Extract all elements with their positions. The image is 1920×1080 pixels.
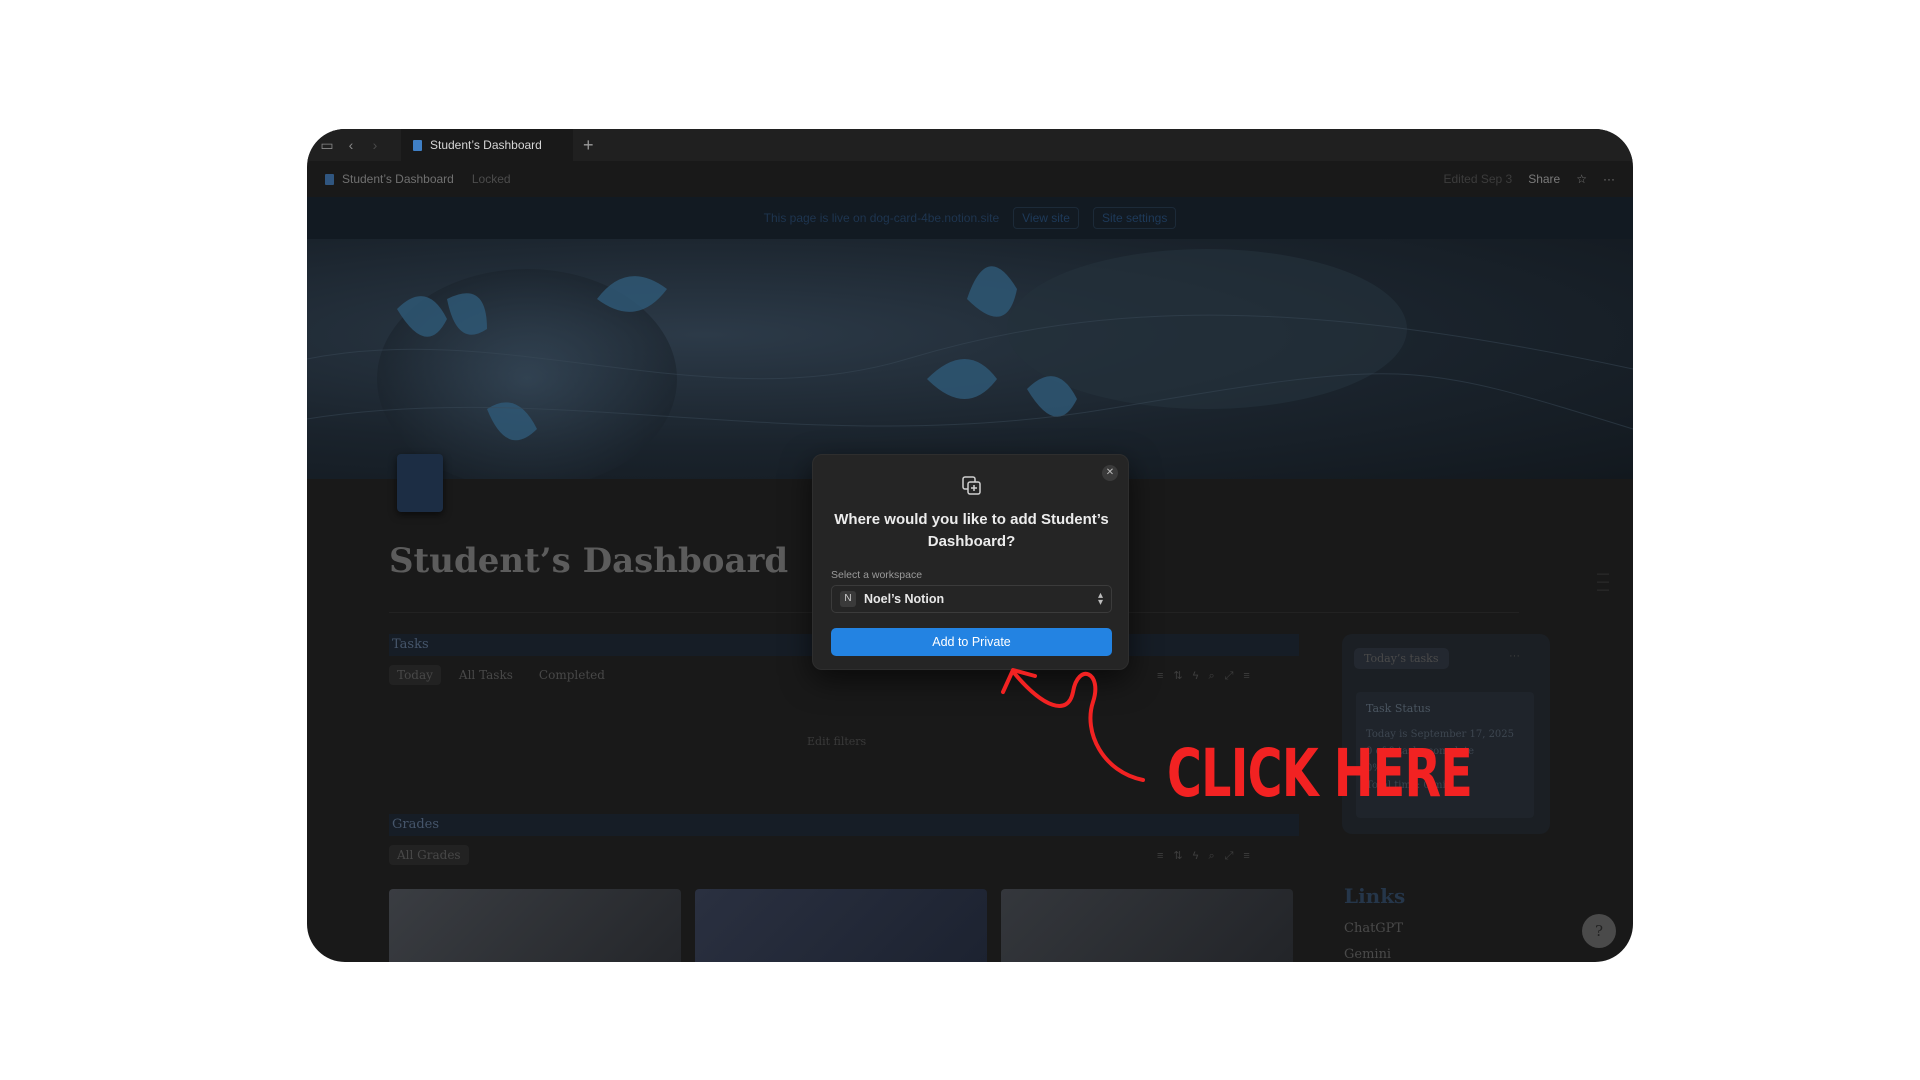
banner-text: This page is live on dog-card-4be.notion… [763,211,1000,225]
grades-gallery [389,889,1293,962]
page-topbar: Student’s Dashboard Locked Edited Sep 3 … [307,161,1633,197]
select-workspace-label: Select a workspace [831,569,923,581]
page-title: Student’s Dashboard [389,541,789,581]
task-status-title: Task Status [1366,702,1431,715]
gallery-card[interactable] [695,889,987,962]
cover-image [307,239,1633,479]
link-gemini[interactable]: Gemini [1344,947,1391,962]
workspace-name: Noel’s Notion [864,592,945,606]
site-settings-button[interactable]: Site settings [1092,207,1177,229]
butterfly-cover-art [307,249,1633,479]
grades-heading: Grades [389,814,1299,836]
edited-label: Edited Sep 3 [1443,172,1513,186]
chevron-updown-icon: ▴ ▾ [1097,590,1103,608]
outline-icon[interactable]: — — — [1597,567,1609,595]
workspace-icon: N [840,591,856,607]
help-button[interactable]: ? [1582,914,1616,948]
add-to-private-button[interactable]: Add to Private [831,628,1112,656]
link-chatgpt[interactable]: ChatGPT [1344,921,1403,936]
click-here-annotation: CLICK HERE [1167,735,1473,812]
edit-filters-button[interactable]: Edit filters [807,735,866,748]
share-button[interactable]: Share [1528,172,1560,186]
back-icon[interactable]: ‹ [339,137,363,153]
gallery-card[interactable] [389,889,681,962]
grades-toolbar[interactable]: ≡⇅ϟ⌕⤢≡ [1157,849,1260,863]
duplicate-icon [962,476,981,495]
sidebar-toggle-icon[interactable]: ▭ [315,137,339,154]
links-heading: Links [1344,884,1406,908]
more-icon[interactable]: ··· [1603,172,1615,186]
workspace-select[interactable]: N Noel’s Notion ▴ ▾ [831,585,1112,613]
book-icon [325,173,334,185]
grades-view-tabs: All Grades [389,845,469,865]
new-tab-icon[interactable]: + [583,135,594,156]
breadcrumb-label: Student’s Dashboard [342,172,454,186]
tab-all-grades[interactable]: All Grades [389,845,469,865]
book-icon [413,139,422,151]
site-live-banner: This page is live on dog-card-4be.notion… [307,197,1633,239]
forward-icon[interactable]: › [363,137,387,153]
gallery-card[interactable] [1001,889,1293,962]
tab-students-dashboard[interactable]: Student’s Dashboard [401,129,573,161]
more-icon[interactable]: ··· [1509,650,1520,662]
star-icon[interactable]: ☆ [1576,172,1587,186]
close-icon[interactable]: ✕ [1102,465,1118,481]
tab-today[interactable]: Today [389,665,441,685]
locked-label[interactable]: Locked [472,172,511,186]
tab-completed[interactable]: Completed [531,665,613,685]
dialog-question: Where would you like to add Student’s Da… [834,511,1109,550]
todays-tasks-tab[interactable]: Today’s tasks [1354,648,1449,669]
tab-title: Student’s Dashboard [430,138,542,152]
view-site-button[interactable]: View site [1013,207,1079,229]
tasks-view-tabs: Today All Tasks Completed [389,665,613,685]
breadcrumb[interactable]: Student’s Dashboard [325,172,454,186]
tasks-toolbar[interactable]: ≡⇅ϟ⌕⤢≡ [1157,669,1260,683]
tab-all-tasks[interactable]: All Tasks [451,665,521,685]
add-to-workspace-dialog: ✕ Where would you like to add Student’s … [812,454,1129,670]
browser-tab-bar: ▭ ‹ › Student’s Dashboard + [307,129,1633,161]
page-book-icon[interactable] [397,454,443,512]
